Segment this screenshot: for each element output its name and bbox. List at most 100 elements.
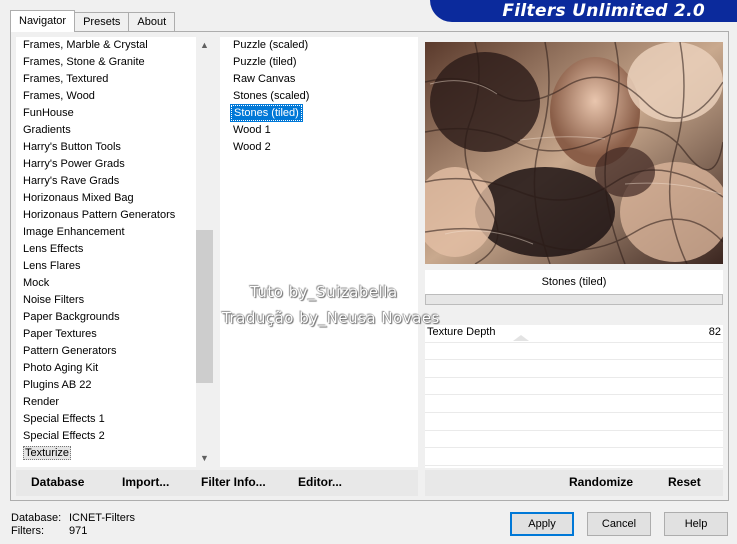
category-item[interactable]: Mock (16, 275, 195, 292)
category-item[interactable]: Frames, Stone & Granite (16, 54, 195, 71)
scroll-down-icon[interactable]: ▼ (196, 450, 213, 467)
help-button[interactable]: Help (664, 512, 728, 536)
category-item[interactable]: Horizonaus Pattern Generators (16, 207, 195, 224)
category-item[interactable]: Lens Effects (16, 241, 195, 258)
filter-item-label: Stones (scaled) (233, 90, 310, 102)
editor-button[interactable]: Editor... (298, 475, 342, 489)
category-item-label: Horizonaus Mixed Bag (23, 192, 134, 204)
filter-info-button[interactable]: Filter Info... (201, 475, 266, 489)
category-item-label: Frames, Stone & Granite (23, 56, 145, 68)
param-value: 82 (708, 326, 721, 338)
category-item-label: Pattern Generators (23, 345, 117, 357)
category-item-label: Texturize (23, 446, 72, 460)
filter-item-label: Raw Canvas (233, 73, 296, 85)
scroll-thumb[interactable] (196, 230, 213, 383)
category-item[interactable]: Paper Textures (16, 326, 195, 343)
filters-label: Filters: (11, 525, 44, 537)
filter-item[interactable]: Puzzle (tiled) (220, 54, 418, 71)
filters-count: 971 (69, 525, 88, 537)
param-row (425, 360, 723, 378)
filter-title: Stones (tiled) (425, 270, 723, 294)
category-item[interactable]: Special Effects 2 (16, 428, 195, 445)
import-button[interactable]: Import... (122, 475, 169, 489)
app-banner: Filters Unlimited 2.0 (430, 0, 737, 22)
filter-item-label: Puzzle (scaled) (233, 39, 309, 51)
category-item[interactable]: Harry's Button Tools (16, 139, 195, 156)
category-item[interactable]: Texturize (16, 445, 195, 462)
param-row (425, 448, 723, 466)
param-row (425, 395, 723, 413)
category-item-label: Special Effects 2 (23, 430, 105, 442)
watermark-line-2: Tradução by_Neusa Novaes (222, 309, 440, 327)
category-item[interactable]: Photo Aging Kit (16, 360, 195, 377)
category-item-label: Lens Effects (23, 243, 84, 255)
scroll-up-icon[interactable]: ▲ (196, 37, 213, 54)
category-item-label: Gradients (23, 124, 71, 136)
preview-texture (425, 42, 723, 264)
filter-item-label: Stones (tiled) (230, 104, 303, 122)
randomize-button[interactable]: Randomize (569, 475, 633, 489)
param-row (425, 343, 723, 361)
category-item[interactable]: Image Enhancement (16, 224, 195, 241)
category-item-label: Harry's Button Tools (23, 141, 121, 153)
category-item-label: FunHouse (23, 107, 74, 119)
watermark-line-1: Tuto by_Suizabella (250, 283, 398, 301)
cancel-button[interactable]: Cancel (587, 512, 651, 536)
category-item-label: Noise Filters (23, 294, 85, 306)
category-item-label: Frames, Wood (23, 90, 95, 102)
preview-image (425, 42, 723, 264)
category-item[interactable]: Paper Backgrounds (16, 309, 195, 326)
filter-item-label: Wood 2 (233, 141, 271, 153)
category-item[interactable]: Gradients (16, 122, 195, 139)
category-item[interactable]: Pattern Generators (16, 343, 195, 360)
category-item-label: Lens Flares (23, 260, 81, 272)
tab-strip: Navigator Presets About (10, 10, 176, 32)
right-button-bar: Randomize Reset (425, 470, 723, 496)
parameter-panel: Texture Depth 82 (425, 325, 723, 468)
category-item[interactable]: Noise Filters (16, 292, 195, 309)
filter-item[interactable]: Wood 1 (220, 122, 418, 139)
tab-presets[interactable]: Presets (74, 12, 130, 32)
category-item[interactable]: Frames, Textured (16, 71, 195, 88)
category-item[interactable]: Horizonaus Mixed Bag (16, 190, 195, 207)
category-item-label: Photo Aging Kit (23, 362, 99, 374)
category-item[interactable]: Render (16, 394, 195, 411)
progress-bar (425, 294, 723, 305)
database-button[interactable]: Database (31, 475, 84, 489)
category-item-label: Paper Backgrounds (23, 311, 120, 323)
filter-item[interactable]: Stones (scaled) (220, 88, 418, 105)
database-value: ICNET-Filters (69, 512, 135, 524)
apply-button[interactable]: Apply (510, 512, 574, 536)
reset-button[interactable]: Reset (668, 475, 701, 489)
category-item-label: Plugins AB 22 (23, 379, 92, 391)
category-item[interactable]: Plugins AB 22 (16, 377, 195, 394)
filter-item[interactable]: Puzzle (scaled) (220, 37, 418, 54)
tab-about[interactable]: About (128, 12, 176, 32)
category-list[interactable]: Frames, Marble & Crystal Frames, Stone & … (16, 37, 213, 467)
category-item[interactable]: Frames, Marble & Crystal (16, 37, 195, 54)
category-item[interactable]: Frames, Wood (16, 88, 195, 105)
param-row[interactable]: Texture Depth 82 (425, 325, 723, 343)
category-item-label: Horizonaus Pattern Generators (23, 209, 176, 221)
category-item[interactable]: Special Effects 1 (16, 411, 195, 428)
left-button-bar: Database Import... Filter Info... Editor… (16, 470, 418, 496)
slider-caret-icon[interactable] (513, 335, 529, 341)
filter-list[interactable]: Puzzle (scaled) Puzzle (tiled) Raw Canvas S… (220, 37, 418, 467)
tab-navigator[interactable]: Navigator (10, 10, 76, 32)
category-item-label: Frames, Textured (23, 73, 109, 85)
category-items: Frames, Marble & Crystal Frames, Stone & … (16, 37, 195, 462)
category-item[interactable]: Lens Flares (16, 258, 195, 275)
category-scrollbar[interactable]: ▲ ▼ (196, 37, 213, 467)
category-item[interactable]: Harry's Rave Grads (16, 173, 195, 190)
category-item-label: Mock (23, 277, 50, 289)
category-item-label: Image Enhancement (23, 226, 125, 238)
category-item-label: Harry's Power Grads (23, 158, 125, 170)
database-label: Database: (11, 512, 62, 524)
filter-item[interactable]: Stones (tiled) (220, 104, 418, 122)
category-item-label: Frames, Marble & Crystal (23, 39, 148, 51)
filter-item[interactable]: Raw Canvas (220, 71, 418, 88)
filter-item[interactable]: Wood 2 (220, 139, 418, 156)
category-item[interactable]: Harry's Power Grads (16, 156, 195, 173)
param-row (425, 431, 723, 449)
category-item[interactable]: FunHouse (16, 105, 195, 122)
